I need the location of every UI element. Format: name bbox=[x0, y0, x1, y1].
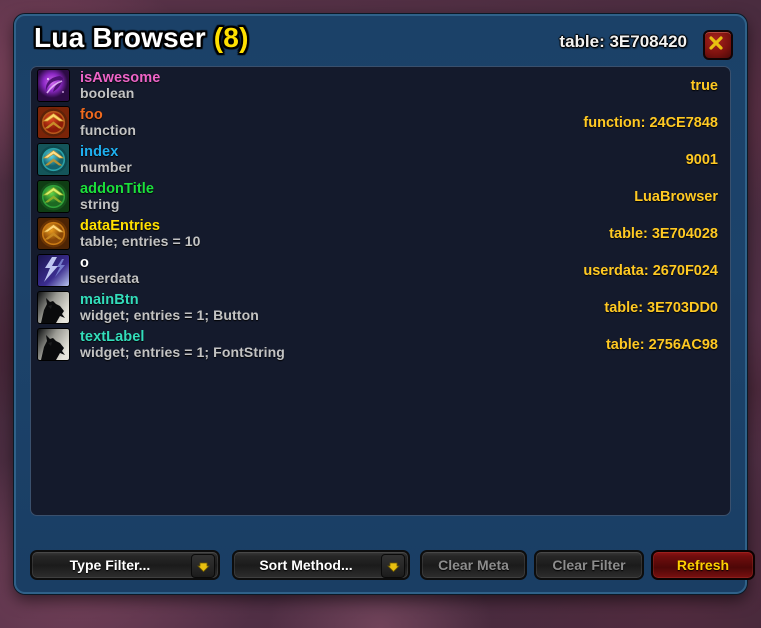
wolf-silhouette-icon bbox=[37, 328, 70, 361]
clear-meta-button[interactable]: Clear Meta bbox=[420, 550, 527, 580]
entry-key: isAwesome bbox=[80, 69, 161, 86]
entry-type: boolean bbox=[80, 84, 135, 101]
entry-type: userdata bbox=[80, 269, 140, 286]
orange-chevron-medallion-icon bbox=[37, 217, 70, 250]
sort-method-label: Sort Method... bbox=[259, 557, 353, 573]
purple-swirl-icon bbox=[37, 69, 70, 102]
entry-value: 9001 bbox=[685, 151, 718, 168]
table-row[interactable]: textLabel widget; entries = 1; FontString… bbox=[31, 326, 730, 363]
cyan-chevron-medallion-icon bbox=[37, 143, 70, 176]
entry-key: mainBtn bbox=[80, 291, 139, 308]
lightning-bolt-icon bbox=[37, 254, 70, 287]
table-row[interactable]: index number 9001 bbox=[31, 141, 730, 178]
header-table-address: table: 3E708420 bbox=[559, 32, 687, 51]
entry-value: true bbox=[690, 77, 718, 94]
entry-text-block: textLabel widget; entries = 1; FontString bbox=[70, 330, 594, 359]
entry-type: number bbox=[80, 158, 132, 175]
clear-filter-label: Clear Filter bbox=[552, 557, 626, 573]
entry-text-block: index number bbox=[70, 145, 674, 174]
table-row[interactable]: o userdata userdata: 2670F024 bbox=[31, 252, 730, 289]
entry-key: o bbox=[80, 254, 89, 271]
entry-text-block: foo function bbox=[70, 108, 571, 137]
entry-type: widget; entries = 1; FontString bbox=[80, 343, 285, 360]
table-row[interactable]: mainBtn widget; entries = 1; Button table:… bbox=[31, 289, 730, 326]
chevron-down-icon[interactable] bbox=[191, 554, 215, 578]
entry-value: table: 3E704028 bbox=[609, 225, 718, 242]
entry-text-block: mainBtn widget; entries = 1; Button bbox=[70, 293, 592, 322]
entry-value: function: 24CE7848 bbox=[583, 114, 718, 131]
sort-method-dropdown[interactable]: Sort Method... bbox=[232, 550, 410, 580]
refresh-label: Refresh bbox=[676, 557, 730, 573]
entry-type: string bbox=[80, 195, 120, 212]
entry-count: (8) bbox=[213, 22, 249, 53]
entry-type: widget; entries = 1; Button bbox=[80, 306, 259, 323]
entry-key: index bbox=[80, 143, 119, 160]
wolf-silhouette-icon bbox=[37, 291, 70, 324]
entry-list-panel[interactable]: isAwesome boolean true foo function function:… bbox=[30, 66, 731, 516]
page-title: Lua Browser (8) bbox=[34, 22, 249, 54]
red-chevron-medallion-icon bbox=[37, 106, 70, 139]
entry-value: table: 2756AC98 bbox=[605, 336, 718, 353]
entry-type: table; entries = 10 bbox=[80, 232, 201, 249]
entry-text-block: isAwesome boolean bbox=[70, 71, 679, 100]
table-row[interactable]: addonTitle string LuaBrowser bbox=[31, 178, 730, 215]
entry-value: table: 3E703DD0 bbox=[604, 299, 718, 316]
entry-text-block: o userdata bbox=[70, 256, 571, 285]
clear-meta-label: Clear Meta bbox=[438, 557, 509, 573]
refresh-button[interactable]: Refresh bbox=[651, 550, 755, 580]
type-filter-label: Type Filter... bbox=[69, 557, 151, 573]
page-title-text: Lua Browser bbox=[34, 22, 214, 53]
entry-value: userdata: 2670F024 bbox=[583, 262, 718, 279]
chevron-down-icon[interactable] bbox=[381, 554, 405, 578]
entry-key: dataEntries bbox=[80, 217, 161, 234]
type-filter-dropdown[interactable]: Type Filter... bbox=[30, 550, 220, 580]
table-row[interactable]: dataEntries table; entries = 10 table: 3E7… bbox=[31, 215, 730, 252]
green-chevron-medallion-icon bbox=[37, 180, 70, 213]
entry-text-block: dataEntries table; entries = 10 bbox=[70, 219, 597, 248]
lua-browser-window: Lua Browser (8) table: 3E708420 isAwesom… bbox=[14, 14, 755, 594]
table-row[interactable]: foo function function: 24CE7848 bbox=[31, 104, 730, 141]
entry-key: textLabel bbox=[80, 328, 145, 345]
table-row[interactable]: isAwesome boolean true bbox=[31, 67, 730, 104]
entry-key: foo bbox=[80, 106, 103, 123]
entry-text-block: addonTitle string bbox=[70, 182, 622, 211]
window-titlebar: Lua Browser (8) table: 3E708420 bbox=[16, 16, 745, 64]
entry-key: addonTitle bbox=[80, 180, 155, 197]
entry-value: LuaBrowser bbox=[634, 188, 718, 205]
clear-filter-button[interactable]: Clear Filter bbox=[534, 550, 644, 580]
entry-type: function bbox=[80, 121, 137, 138]
close-button[interactable] bbox=[703, 30, 733, 60]
bottom-button-bar: Type Filter... Sort Method... Clear Meta… bbox=[30, 550, 755, 580]
